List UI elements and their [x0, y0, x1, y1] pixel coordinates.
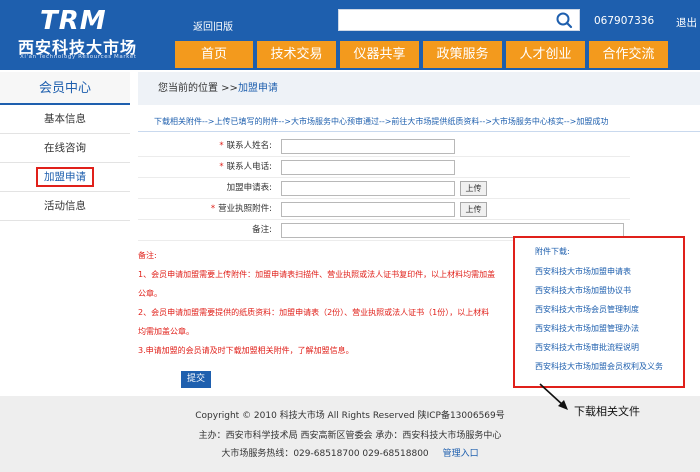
notes-line: 均需加盖公章。 [138, 327, 194, 336]
breadcrumb: 您当前的位置 >>加盟申请 [138, 72, 700, 105]
sidebar-item-label: 在线咨询 [44, 142, 86, 154]
footer-sponsor: 主办：西安市科学技术局 西安高新区管委会 承办：西安科技大市场服务中心 [198, 431, 502, 441]
attachment-link-approval-process[interactable]: 西安科技大市场审批流程说明 [535, 339, 683, 358]
form-row-application-form: 加盟申请表: 上传 [138, 178, 630, 199]
attachment-link-agreement[interactable]: 西安科技大市场加盟协议书 [535, 282, 683, 301]
nav-item-home[interactable]: 首页 [175, 41, 253, 68]
nav-item-talent[interactable]: 人才创业 [506, 41, 585, 68]
form-label: * 联系人电话: [138, 157, 276, 178]
attachment-link-member-rules[interactable]: 西安科技大市场会员管理制度 [535, 301, 683, 320]
form-label: 备注: [138, 220, 276, 241]
join-form: * 联系人姓名: * 联系人电话: 加盟申请表: 上传 * 营业执照附件: 上传 备注… [138, 136, 630, 241]
callout-label: 下载相关文件 [574, 405, 640, 418]
sidebar-item-activity-info[interactable]: 活动信息 [0, 192, 130, 221]
form-row-contact-phone: * 联系人电话: [138, 157, 630, 178]
attachments-title: 附件下载: [535, 247, 570, 256]
hotline-number: 067907336 [594, 15, 655, 27]
sidebar-item-label: 基本信息 [44, 113, 86, 125]
notes-line: 3.申请加盟的会员请及时下载加盟相关附件，了解加盟信息。 [138, 346, 354, 355]
admin-entry-link[interactable]: 管理入口 [443, 449, 479, 459]
form-label: 加盟申请表: [138, 178, 276, 199]
notes-line: 1、会员申请加盟需要上传附件：加盟申请表扫描件、营业执照或法人证书复印件，以上材… [138, 270, 496, 279]
required-mark: * [219, 141, 224, 151]
form-label: * 营业执照附件: [138, 199, 276, 220]
footer-contact: 大市场服务热线：029-68518700 029-68518800 管理入口 [0, 446, 700, 459]
nav-item-policy[interactable]: 政策服务 [423, 41, 502, 68]
sidebar-title: 会员中心 [0, 72, 130, 105]
search-icon[interactable] [553, 11, 575, 29]
form-label-text: 营业执照附件: [218, 204, 272, 214]
form-row-contact-name: * 联系人姓名: [138, 136, 630, 157]
sidebar-item-label: 加盟申请 [36, 167, 94, 187]
old-version-link[interactable]: 返回旧版 [193, 18, 233, 33]
business-license-file-field[interactable] [281, 202, 455, 217]
form-row-business-license: * 营业执照附件: 上传 [138, 199, 630, 220]
sidebar-item-label: 活动信息 [44, 200, 86, 212]
application-form-file-field[interactable] [281, 181, 455, 196]
sidebar-item-online-consult[interactable]: 在线咨询 [0, 134, 130, 163]
required-mark: * [219, 162, 224, 172]
logout-link[interactable]: 退出 [676, 15, 697, 30]
logo-mark: TRM [40, 6, 107, 36]
site-header: TRM 西安科技大市场 Xi'an Technology Resources M… [0, 0, 700, 70]
sidebar-item-basic-info[interactable]: 基本信息 [0, 105, 130, 134]
nav-item-cooperation[interactable]: 合作交流 [589, 41, 668, 68]
logo-subtitle: Xi'an Technology Resources Market [20, 54, 137, 60]
form-label: * 联系人姓名: [138, 136, 276, 157]
process-steps: 下载相关附件-->上传已填写的附件-->大市场服务中心预审通过-->前往大市场提… [138, 112, 700, 132]
main-nav: 首页 技术交易 仪器共享 政策服务 人才创业 合作交流 [175, 41, 700, 68]
required-mark: * [210, 204, 216, 214]
upload-button[interactable]: 上传 [460, 181, 487, 196]
attachments-box: 附件下载: 西安科技大市场加盟申请表 西安科技大市场加盟协议书 西安科技大市场会… [513, 236, 685, 388]
upload-button[interactable]: 上传 [460, 202, 487, 217]
search-input[interactable] [339, 10, 549, 30]
contact-phone-field[interactable] [281, 160, 455, 175]
form-label-text: 加盟申请表: [226, 183, 272, 193]
form-label-text: 联系人电话: [226, 162, 272, 172]
member-sidebar: 会员中心 基本信息 在线咨询 加盟申请 活动信息 [0, 72, 130, 222]
submit-button[interactable]: 提交 [181, 371, 211, 388]
notes-title: 备注: [138, 251, 157, 260]
attachment-link-application-form[interactable]: 西安科技大市场加盟申请表 [535, 263, 683, 282]
form-label-text: 联系人姓名: [226, 141, 272, 151]
attachment-link-management-method[interactable]: 西安科技大市场加盟管理办法 [535, 320, 683, 339]
notes-line: 2、会员申请加盟需要提供的纸质资料：加盟申请表（2份）、营业执照或法人证书（1份… [138, 308, 490, 317]
sidebar-item-join-apply[interactable]: 加盟申请 [0, 163, 130, 192]
contact-name-field[interactable] [281, 139, 455, 154]
form-label-text: 备注: [252, 225, 272, 235]
nav-item-tech-trade[interactable]: 技术交易 [257, 41, 336, 68]
notes-line: 公章。 [138, 289, 162, 298]
attachment-link-member-rights[interactable]: 西安科技大市场加盟会员权利及义务 [535, 358, 683, 377]
callout-arrow-icon [539, 383, 568, 410]
notes-section: 备注: 1、会员申请加盟需要上传附件：加盟申请表扫描件、营业执照或法人证书复印件… [138, 246, 508, 360]
search-box [338, 9, 580, 31]
nav-item-instrument-share[interactable]: 仪器共享 [340, 41, 419, 68]
breadcrumb-prefix: 您当前的位置 >> [158, 83, 238, 94]
breadcrumb-current[interactable]: 加盟申请 [238, 83, 278, 94]
site-logo[interactable]: TRM 西安科技大市场 Xi'an Technology Resources M… [18, 4, 168, 64]
footer-phone: 大市场服务热线：029-68518700 029-68518800 [221, 449, 429, 459]
